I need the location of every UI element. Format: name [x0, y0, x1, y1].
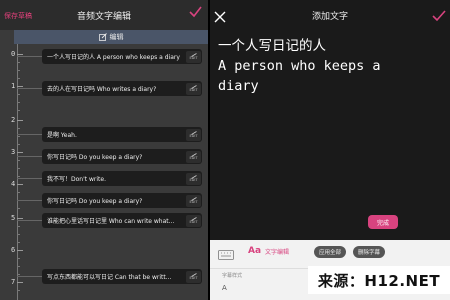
caption-block[interactable]: 谁能把心里话写日记里 Who can write what... EDIT: [42, 213, 202, 228]
tick-minor: [17, 102, 20, 103]
tick-label: 7: [11, 278, 16, 286]
tick-label: 1: [11, 82, 16, 90]
caption-connector: [17, 220, 42, 221]
caption-text: 谁能把心里话写日记里 Who can write what...: [47, 218, 175, 225]
tick-mark: [17, 218, 23, 219]
timeline[interactable]: 0 1 2 3 4 5 6 7 一个人写日记的人 A person who ke…: [0, 44, 208, 300]
caption-block[interactable]: 你写日记吗 Do you keep a diary? EDIT: [42, 149, 202, 164]
tick-minor: [17, 78, 20, 79]
edit-bar-label: 编辑: [109, 33, 124, 41]
tick-minor: [17, 274, 20, 275]
tick-mark: [17, 54, 23, 55]
text-line: 一个人写日记的人: [218, 38, 326, 54]
caption-edit-button[interactable]: EDIT: [186, 214, 201, 227]
caption-edit-button[interactable]: EDIT: [186, 150, 201, 163]
tick-label: 0: [11, 50, 16, 58]
tick-minor: [17, 258, 20, 259]
caption-text: 一个人写日记的人 A person who keeps a diary: [47, 54, 180, 61]
tick-mark: [17, 152, 23, 153]
tick-minor: [17, 128, 20, 129]
tick-mark: [17, 184, 23, 185]
add-text-panel: 添加文字 一个人写日记的人 A person who keeps a diary…: [210, 0, 450, 300]
caption-connector: [17, 156, 42, 157]
tick-mark: [17, 282, 23, 283]
caption-block[interactable]: 你写日记吗 Do you keep a diary? EDIT: [42, 193, 202, 208]
tick-minor: [17, 192, 20, 193]
caption-text: 你写日记吗 Do you keep a diary?: [47, 154, 143, 161]
right-header: 添加文字: [210, 0, 450, 30]
tick-minor: [17, 110, 20, 111]
caption-edit-button[interactable]: EDIT: [186, 194, 201, 207]
tick-minor: [17, 290, 20, 291]
caption-connector: [17, 178, 42, 179]
tick-minor: [17, 62, 20, 63]
caption-connector: [17, 134, 42, 135]
caption-connector: [17, 276, 42, 277]
tick-mark: [17, 120, 23, 121]
tick-minor: [17, 144, 20, 145]
caption-block[interactable]: 我不写！Don't write. EDIT: [42, 171, 202, 186]
caption-edit-button[interactable]: EDIT: [186, 82, 201, 95]
caption-edit-button[interactable]: EDIT: [186, 270, 201, 283]
tick-minor: [17, 136, 20, 137]
watermark: 来源：H12.NET: [308, 266, 450, 294]
tick-minor: [17, 160, 20, 161]
edit-bar[interactable]: 编辑: [14, 30, 208, 44]
done-button[interactable]: 完成: [368, 215, 398, 229]
caption-block[interactable]: 写点东西都能可以写日记 Can that be writt... EDIT: [42, 269, 202, 284]
caption-block[interactable]: 去的人在写日记吗 Who writes a diary? EDIT: [42, 81, 202, 96]
text-editor[interactable]: 一个人写日记的人 A person who keeps a diary: [218, 36, 444, 96]
tick-minor: [17, 94, 20, 95]
caption-connector: [17, 56, 42, 57]
tick-minor: [17, 70, 20, 71]
caption-text: 去的人在写日记吗 Who writes a diary?: [47, 86, 157, 93]
tick-minor: [17, 234, 20, 235]
confirm-check-icon[interactable]: [188, 4, 202, 23]
tick-minor: [17, 176, 20, 177]
delete-caption-button[interactable]: 删除字幕: [353, 246, 386, 258]
caption-edit-button[interactable]: EDIT: [186, 128, 201, 141]
right-page-title: 添加文字: [311, 12, 348, 22]
tick-label: 5: [11, 214, 16, 222]
caption-block[interactable]: 一个人写日记的人 A person who keeps a diary EDIT: [42, 49, 202, 64]
caption-text: 是啊 Yeah.: [47, 132, 77, 139]
audio-text-edit-panel: 保存草稿 音频文字编辑 编辑 0 1 2 3 4 5 6 7 一个人写日记的人 …: [0, 0, 208, 300]
text-line: A person who keeps a: [218, 58, 381, 74]
left-header: 保存草稿 音频文字编辑: [0, 0, 208, 30]
tick-mark: [17, 250, 23, 251]
caption-style-label: 字幕样式: [222, 273, 243, 279]
left-page-title: 音频文字编辑: [76, 12, 131, 22]
keyboard-icon[interactable]: [218, 246, 234, 265]
tick-minor: [17, 168, 20, 169]
caption-connector: [17, 88, 42, 89]
text-style-label: 文字编辑: [265, 248, 290, 256]
caption-connector: [17, 200, 42, 201]
caption-block[interactable]: 是啊 Yeah. EDIT: [42, 127, 202, 142]
caption-edit-button[interactable]: EDIT: [186, 172, 201, 185]
caption-text: 写点东西都能可以写日记 Can that be writt...: [47, 274, 172, 281]
tick-label: 2: [11, 116, 16, 124]
edit-icon: [98, 33, 107, 41]
caption-text: 我不写！Don't write.: [47, 176, 106, 183]
tick-minor: [17, 226, 20, 227]
tick-label: 4: [11, 180, 16, 188]
tick-minor: [17, 242, 20, 243]
confirm-check-icon[interactable]: [432, 7, 446, 26]
font-option[interactable]: A: [222, 284, 227, 292]
text-style-icon: Aa: [248, 246, 262, 256]
apply-all-button[interactable]: 应用全部: [314, 246, 347, 258]
caption-edit-button[interactable]: EDIT: [186, 50, 201, 63]
timeline-axis: [17, 44, 18, 300]
tick-mark: [17, 86, 23, 87]
caption-text: 你写日记吗 Do you keep a diary?: [47, 198, 143, 205]
tick-label: 3: [11, 148, 16, 156]
tick-minor: [17, 208, 20, 209]
text-line: diary: [218, 78, 259, 94]
tick-label: 6: [11, 246, 16, 254]
tick-minor: [17, 266, 20, 267]
text-style-tool[interactable]: Aa 文字编辑: [248, 246, 289, 256]
